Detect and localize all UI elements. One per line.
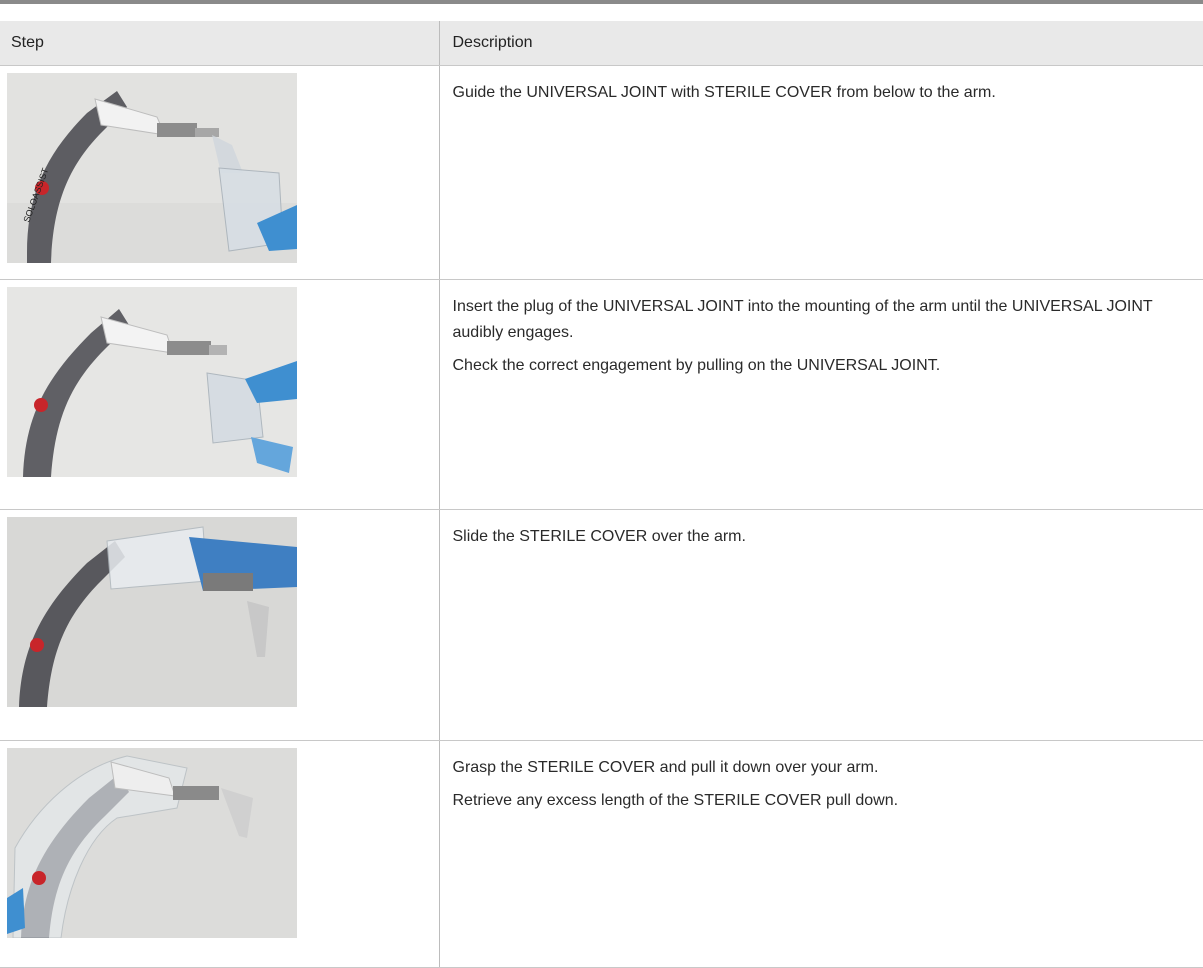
step-photo-3 [7,517,297,707]
step-2-text-2: Check the correct engagement by pulling … [452,357,941,374]
step-photo-1: SOLOASSIST [7,73,297,263]
step-4-text-1: Grasp the STERILE COVER and pull it down… [452,759,879,776]
step-photo-2 [7,287,297,477]
step-description-cell: Insert the plug of the UNIVERSAL JOINT i… [439,279,1203,510]
table-row: SOLOASSIST Guide the UNIVERSAL JOINT wit… [0,65,1203,280]
table-row: Grasp the STERILE COVER and pull it down… [0,740,1203,968]
step-3-text: Slide the STERILE COVER over the arm. [452,528,746,545]
step-4-text-2: Retrieve any excess length of the STERIL… [452,792,899,809]
step-description-cell: Slide the STERILE COVER over the arm. [439,509,1203,741]
step-1-text: Guide the UNIVERSAL JOINT with STERILE C… [452,84,996,101]
table-row: Slide the STERILE COVER over the arm. [0,509,1203,741]
step-2-text-1: Insert the plug of the UNIVERSAL JOINT i… [452,298,1153,341]
step-image-cell [0,740,440,968]
steps-table: Step Description SOLOASSIST Guide the UN… [0,21,1203,968]
step-image-cell: SOLOASSIST [0,65,440,280]
step-description-cell: Grasp the STERILE COVER and pull it down… [439,740,1203,968]
step-image-cell [0,509,440,741]
step-image-cell [0,279,440,510]
header-step: Step [0,21,440,66]
table-row: Insert the plug of the UNIVERSAL JOINT i… [0,279,1203,510]
step-description-cell: Guide the UNIVERSAL JOINT with STERILE C… [439,65,1203,280]
table-header-row: Step Description [0,21,1203,66]
top-rule [0,0,1203,4]
header-description: Description [439,21,1203,66]
step-photo-4 [7,748,297,938]
